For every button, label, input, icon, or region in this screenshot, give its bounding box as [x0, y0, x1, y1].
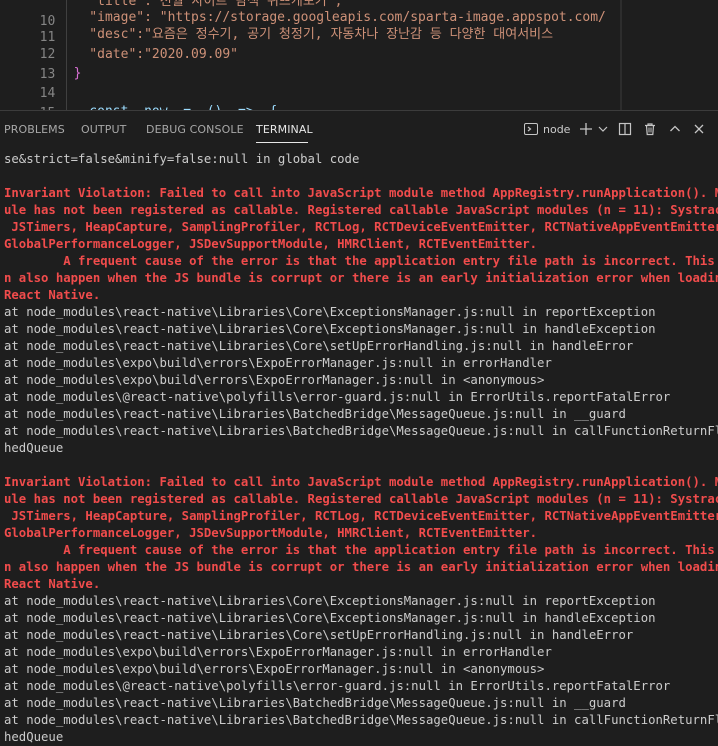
terminal-line: hedQueue: [4, 441, 64, 455]
terminal-line: at node_modules\react-native\Libraries\C…: [4, 322, 656, 336]
tab-problems[interactable]: PROBLEMS: [4, 123, 65, 136]
code-text: "date":"2020.09.09": [58, 47, 239, 62]
terminal-error-line: React Native.: [4, 288, 101, 302]
tab-debug-console[interactable]: DEBUG CONSOLE: [146, 123, 244, 136]
terminal-line: at node_modules\react-native\Libraries\B…: [4, 696, 626, 710]
terminal-line: at node_modules\react-native\Libraries\C…: [4, 611, 656, 625]
terminal-line: at node_modules\react-native\Libraries\B…: [4, 424, 718, 438]
terminal-error-line: A frequent cause of the error is that th…: [4, 543, 718, 557]
terminal-error-line: ule has not been registered as callable.…: [4, 492, 718, 506]
terminal-error-line: ule has not been registered as callable.…: [4, 203, 718, 217]
panel-tab-bar: PROBLEMS OUTPUT DEBUG CONSOLE TERMINAL n…: [0, 111, 718, 147]
editor-line[interactable]: 16 const now = () => {: [0, 102, 718, 110]
close-icon[interactable]: [692, 120, 706, 138]
chevron-up-icon[interactable]: [668, 120, 682, 138]
chevron-down-icon[interactable]: [597, 120, 609, 138]
terminal-error-line: Invariant Violation: Failed to call into…: [4, 186, 718, 200]
code-editor[interactable]: 10 "title":"전월 사이트 탐색 쉬쁘게보기", 11 "image"…: [0, 0, 718, 110]
split-icon[interactable]: [617, 120, 633, 138]
terminal-line: hedQueue: [4, 730, 64, 744]
terminal-output[interactable]: se&strict=false&minify=false:null in glo…: [4, 151, 718, 746]
terminal-error-line: GlobalPerformanceLogger, JSDevSupportMod…: [4, 237, 538, 251]
terminal-line: at node_modules\react-native\Libraries\B…: [4, 713, 718, 727]
terminal-line: at node_modules\react-native\Libraries\B…: [4, 407, 626, 421]
terminal-error-line: Invariant Violation: Failed to call into…: [4, 475, 718, 489]
editor-line[interactable]: 12 "desc":"요즘은 정수기, 공기 청정기, 자동차나 장난감 등 다…: [0, 25, 718, 62]
plus-icon[interactable]: [578, 120, 594, 138]
terminal-error-line: JSTimers, HeapCapture, SamplingProfiler,…: [4, 220, 718, 234]
active-tab-indicator: [256, 142, 308, 143]
terminal-error-line: GlobalPerformanceLogger, JSDevSupportMod…: [4, 526, 538, 540]
terminal-line: at node_modules\react-native\Libraries\C…: [4, 628, 634, 642]
trash-icon[interactable]: [642, 120, 658, 138]
terminal-error-line: n also happen when the JS bundle is corr…: [4, 560, 718, 574]
terminal-line: at node_modules\expo\build\errors\ExpoEr…: [4, 662, 545, 676]
terminal-error-line: A frequent cause of the error is that th…: [4, 254, 718, 268]
editor-line[interactable]: 14 }: [0, 64, 718, 101]
editor-line[interactable]: 15: [0, 84, 718, 110]
terminal-line: at node_modules\@react-native\polyfills\…: [4, 390, 671, 404]
code-text: "desc":"요즘은 정수기, 공기 청정기, 자동차나 장난감 등 다양한 …: [58, 27, 554, 42]
terminal-error-line: React Native.: [4, 577, 101, 591]
code-text: const now = () => {: [58, 102, 277, 110]
tab-terminal[interactable]: TERMINAL: [256, 123, 313, 136]
terminal-line: se&strict=false&minify=false:null in glo…: [4, 152, 360, 166]
terminal-line: at node_modules\react-native\Libraries\C…: [4, 594, 656, 608]
editor-line[interactable]: 13 "date":"2020.09.09": [0, 45, 718, 82]
terminal-line: at node_modules\react-native\Libraries\C…: [4, 339, 634, 353]
terminal-name[interactable]: node: [543, 120, 570, 138]
terminal-line: at node_modules\@react-native\polyfills\…: [4, 679, 671, 693]
terminal-error-line: n also happen when the JS bundle is corr…: [4, 271, 718, 285]
terminal-icon[interactable]: [522, 120, 540, 138]
terminal-error-line: JSTimers, HeapCapture, SamplingProfiler,…: [4, 509, 718, 523]
tab-output[interactable]: OUTPUT: [81, 123, 126, 136]
terminal-line: at node_modules\expo\build\errors\ExpoEr…: [4, 645, 552, 659]
terminal-line: at node_modules\expo\build\errors\ExpoEr…: [4, 356, 552, 370]
code-text: }: [58, 66, 82, 81]
bottom-panel: PROBLEMS OUTPUT DEBUG CONSOLE TERMINAL n…: [0, 110, 718, 744]
terminal-line: at node_modules\react-native\Libraries\C…: [4, 305, 656, 319]
terminal-line: at node_modules\expo\build\errors\ExpoEr…: [4, 373, 545, 387]
